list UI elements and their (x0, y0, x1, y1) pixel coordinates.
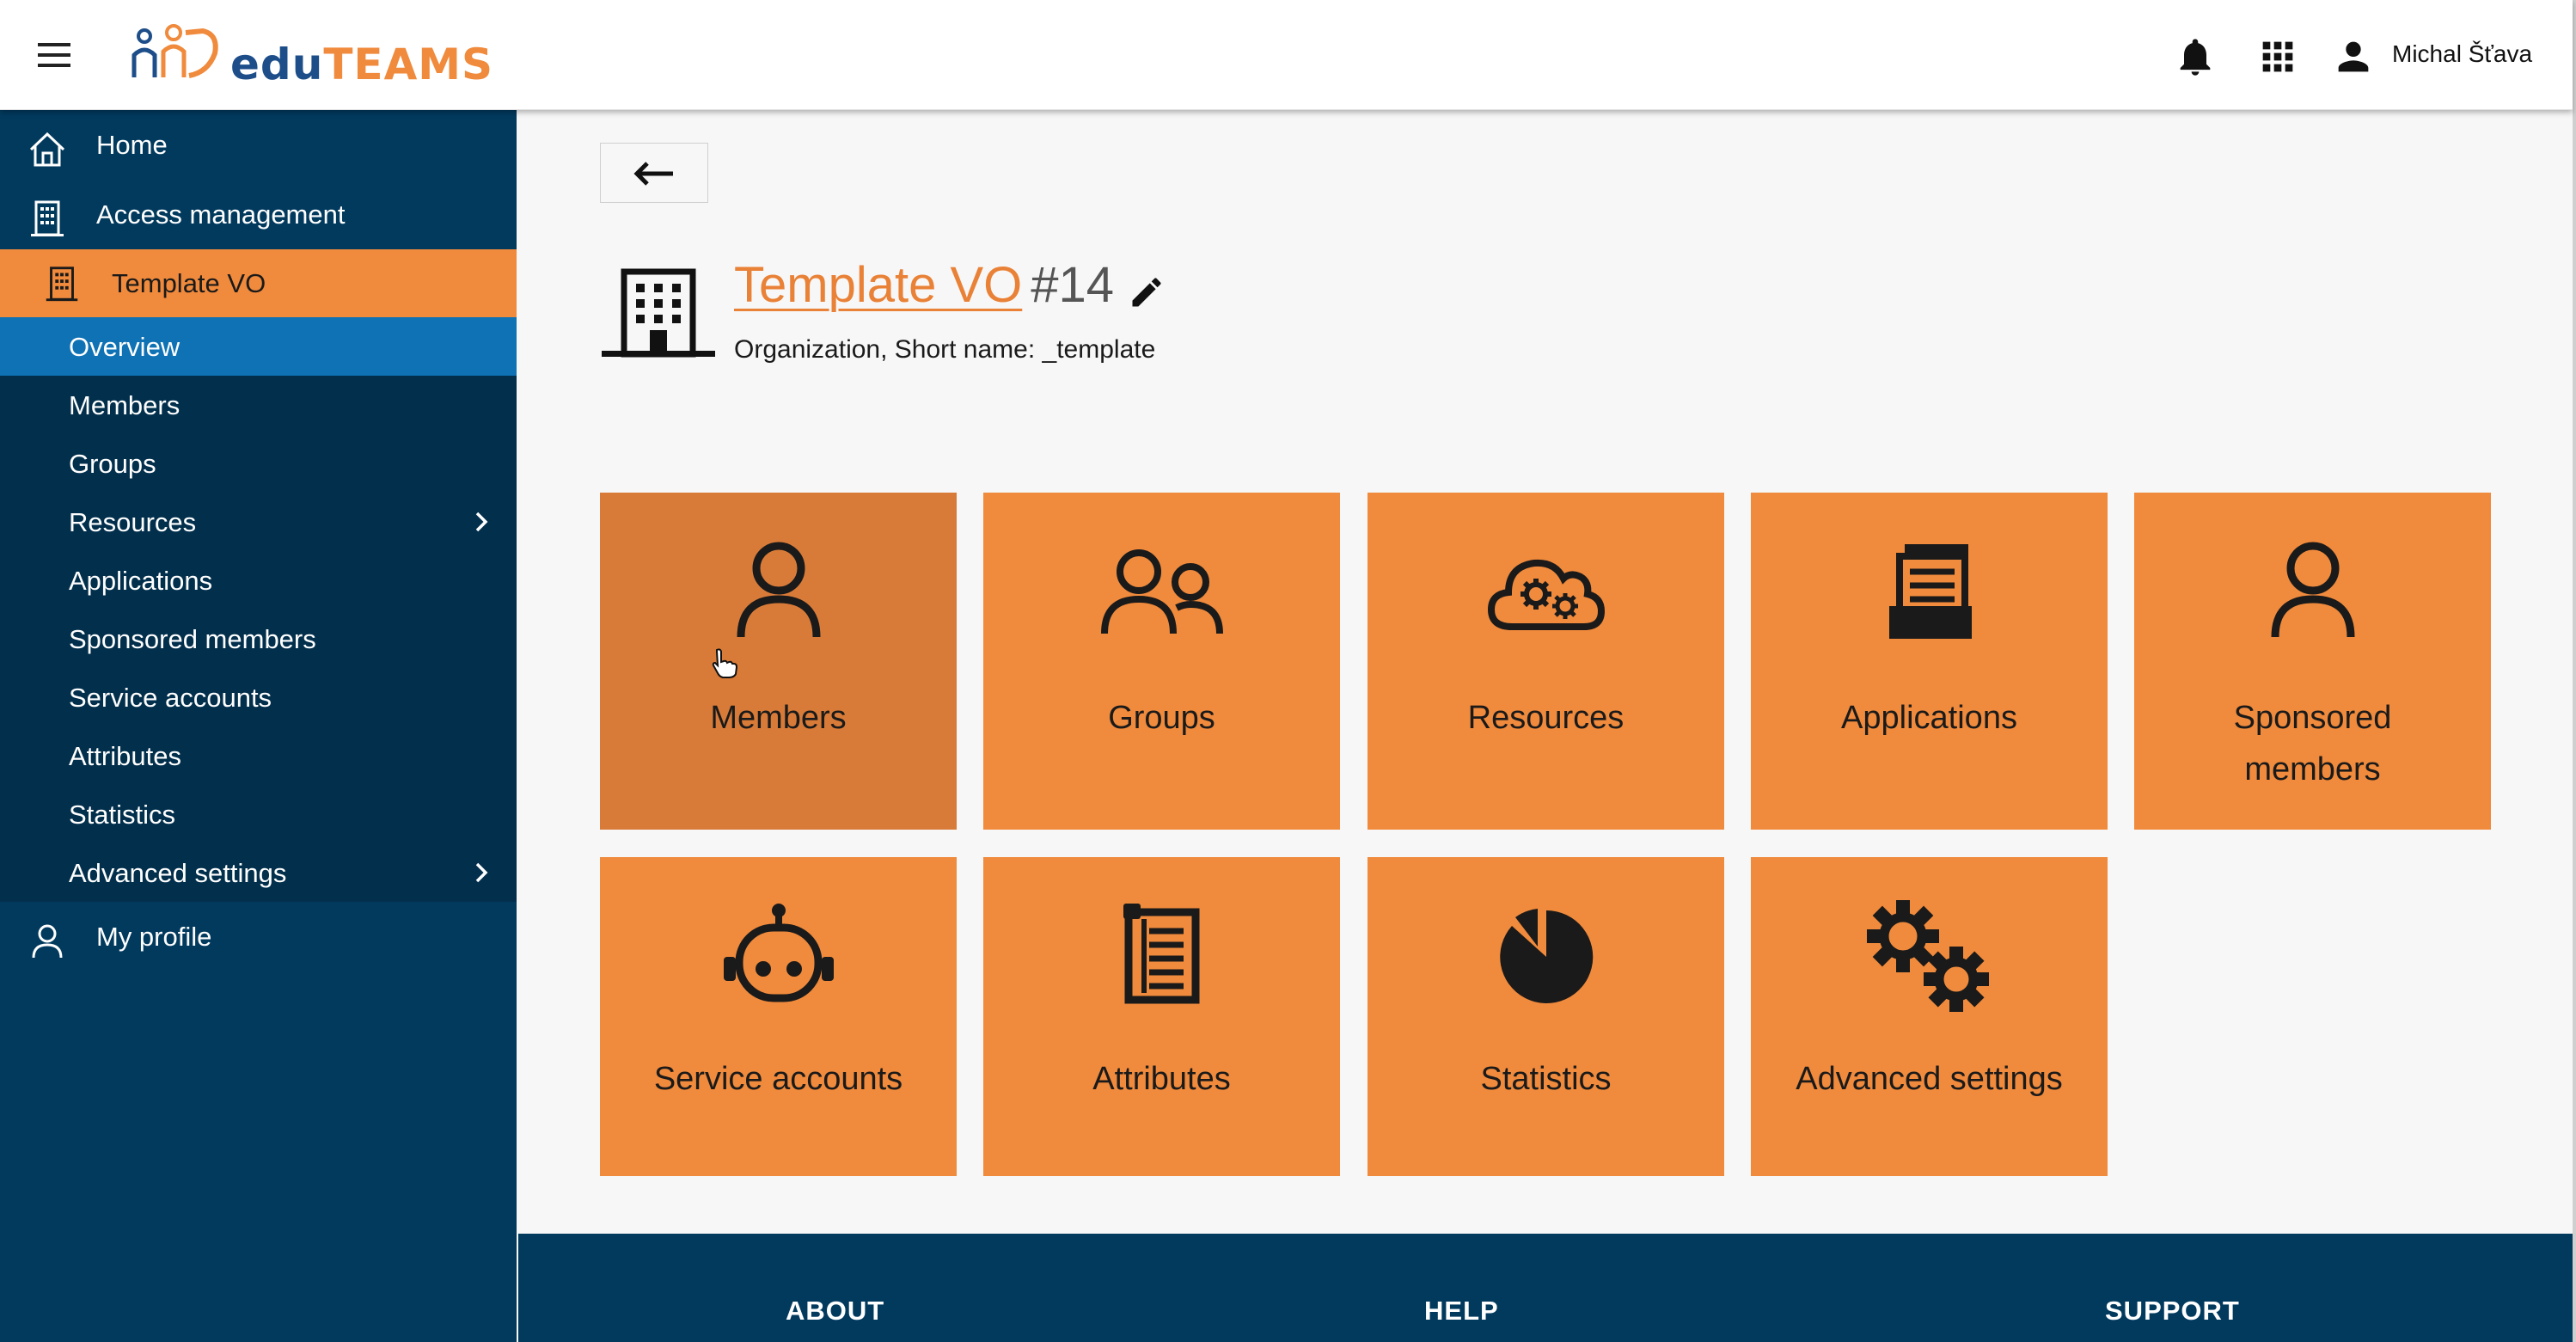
sidebar-item-label: Attributes (69, 741, 181, 771)
cloud-gears-icon (1487, 559, 1605, 630)
sidebar-item-label: My profile (96, 922, 212, 952)
vo-id: #14 (1031, 257, 1115, 313)
sidebar-item-label: Template VO (112, 268, 266, 298)
tile-label: Statistics (1480, 1061, 1612, 1097)
sidebar-item-service-accounts[interactable]: Service accounts (0, 668, 517, 726)
organization-icon (602, 268, 715, 358)
person-icon (2271, 542, 2354, 638)
bell-icon[interactable] (2173, 34, 2218, 79)
sidebar-item-label: Advanced settings (69, 858, 287, 888)
tile-label: Attributes (1092, 1061, 1231, 1097)
edit-icon[interactable] (1128, 273, 1166, 311)
logo-people-icon (132, 24, 218, 78)
sidebar-item-resources[interactable]: Resources (0, 493, 517, 551)
sidebar-item-groups[interactable]: Groups (0, 434, 517, 493)
person-icon (737, 542, 820, 638)
tile-statistics[interactable]: Statistics (1368, 857, 1724, 1176)
sidebar-item-label: Access management (96, 199, 346, 230)
apps-grid-icon[interactable] (2255, 34, 2300, 79)
tile-label: Members (710, 700, 847, 736)
vo-sub-navigation: Overview Members Groups Resources Applic… (0, 317, 517, 902)
documents-tray-icon (1888, 544, 1972, 639)
tile-attributes[interactable]: Attributes (983, 857, 1340, 1176)
tile-label: Groups (1108, 700, 1215, 736)
top-app-bar: eduTEAMS Michal Šťava (0, 0, 2573, 110)
tile-label: Applications (1841, 700, 2017, 736)
robot-icon (723, 904, 834, 1002)
gears-icon (1866, 900, 1989, 1012)
sidebar-item-overview[interactable]: Overview (0, 317, 517, 376)
sidebar-item-label: Members (69, 390, 181, 420)
scrollbar-track[interactable] (2573, 0, 2576, 1342)
sidebar-item-label: Service accounts (69, 683, 272, 713)
tile-label: Advanced settings (1796, 1061, 2063, 1097)
hand-cursor-icon (712, 648, 738, 678)
tile-label: Sponsored members (2233, 700, 2392, 787)
vo-subtitle: Organization, Short name: _template (734, 335, 1156, 364)
building-icon (31, 200, 64, 236)
tile-resources[interactable]: Resources (1368, 493, 1724, 830)
tile-service-accounts[interactable]: Service accounts (600, 857, 957, 1176)
tile-advanced-settings[interactable]: Advanced settings (1751, 857, 2108, 1176)
tile-label: Service accounts (653, 1061, 903, 1097)
notepad-list-icon (1123, 904, 1199, 1004)
sidebar-item-label: Groups (69, 449, 156, 479)
sidebar-item-label: Resources (69, 507, 197, 537)
sidebar-item-members[interactable]: Members (0, 376, 517, 434)
person-icon (32, 924, 63, 959)
tile-label: Resources (1467, 700, 1625, 736)
sidebar-item-label: Applications (69, 566, 213, 596)
vo-name-link[interactable]: Template VO (734, 257, 1022, 313)
logo-text: eduTEAMS (230, 40, 494, 89)
people-icon (1100, 549, 1223, 634)
footer-about[interactable]: ABOUT (786, 1296, 884, 1327)
arrow-left-icon (633, 162, 673, 186)
sidebar: Home Access management Template VO Overv… (0, 110, 517, 1342)
account-icon[interactable] (2331, 34, 2376, 79)
sidebar-item-label: Statistics (69, 800, 176, 830)
sidebar-item-attributes[interactable]: Attributes (0, 726, 517, 785)
sidebar-item-advanced-settings[interactable]: Advanced settings (0, 843, 517, 902)
sidebar-item-label: Overview (69, 332, 181, 362)
tile-applications[interactable]: Applications (1751, 493, 2108, 830)
sidebar-item-label: Home (96, 130, 168, 160)
sidebar-item-label: Sponsored members (69, 624, 316, 654)
menu-icon[interactable] (26, 33, 83, 77)
home-icon (29, 132, 65, 167)
chevron-right-icon (475, 862, 488, 883)
tile-sponsored-members[interactable]: Sponsored members (2134, 493, 2491, 830)
sidebar-item-statistics[interactable]: Statistics (0, 785, 517, 843)
sidebar-item-my-profile[interactable]: My profile (0, 902, 517, 971)
pie-chart-icon (1499, 909, 1593, 1003)
sidebar-item-template-vo[interactable]: Template VO (0, 249, 517, 317)
sidebar-item-access-management[interactable]: Access management (0, 180, 517, 248)
footer-help[interactable]: HELP (1424, 1296, 1499, 1327)
tile-groups[interactable]: Groups (983, 493, 1340, 830)
sidebar-item-sponsored-members[interactable]: Sponsored members (0, 610, 517, 668)
tile-members[interactable]: Members (600, 493, 957, 830)
chevron-right-icon (475, 512, 488, 532)
page-title: Template VO #14 (734, 256, 1114, 314)
footer: ABOUT HELP SUPPORT (518, 1234, 2573, 1342)
building-icon (46, 267, 78, 302)
back-button[interactable] (600, 143, 708, 203)
user-name[interactable]: Michal Šťava (2392, 40, 2532, 68)
footer-support[interactable]: SUPPORT (2105, 1296, 2240, 1327)
sidebar-item-home[interactable]: Home (0, 110, 517, 179)
sidebar-item-applications[interactable]: Applications (0, 551, 517, 610)
